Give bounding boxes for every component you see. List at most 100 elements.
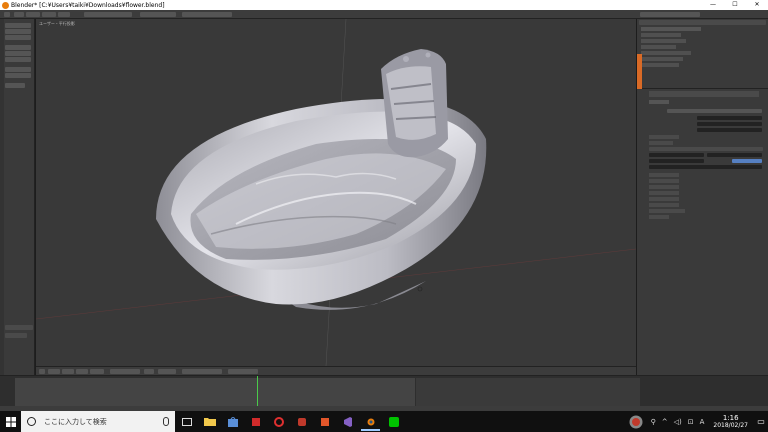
properties-panel [637, 89, 768, 375]
panel-collapsed[interactable] [649, 203, 679, 207]
outliner-item[interactable] [641, 57, 683, 61]
viewport-label: ユーザー・平行投影 [39, 21, 75, 26]
property-field[interactable] [649, 165, 762, 169]
taskbar-clock[interactable]: 1:16 2018/02/27 [713, 414, 748, 430]
maximize-button[interactable]: ☐ [724, 0, 746, 10]
property-field[interactable] [697, 122, 762, 126]
timeline [0, 375, 768, 412]
tool-button[interactable] [5, 73, 31, 78]
panel-collapsed[interactable] [649, 191, 679, 195]
panel-collapsed[interactable] [649, 185, 679, 189]
screen-layout-selector[interactable] [84, 12, 132, 17]
pivot-selector[interactable] [158, 369, 176, 374]
add-menu[interactable] [76, 369, 88, 374]
folder-icon[interactable] [200, 412, 219, 431]
windows-taskbar: ここに入力して検索 ⚲ ^ ◁) ⊡ A 1:16 2018/02/27 ▭ [0, 411, 768, 432]
ime-mode-indicator[interactable]: A [700, 418, 705, 426]
tool-button[interactable] [5, 57, 31, 62]
view-menu[interactable] [48, 369, 60, 374]
office-icon[interactable] [315, 412, 334, 431]
stats-display [640, 12, 700, 17]
outliner [637, 19, 768, 89]
search-placeholder: ここに入力して検索 [44, 417, 107, 426]
volume-icon[interactable]: ◁) [674, 418, 682, 426]
panel-collapsed[interactable] [649, 179, 679, 183]
tool-button[interactable] [5, 23, 31, 28]
clock-date: 2018/02/27 [713, 421, 748, 429]
window-menu[interactable] [42, 12, 56, 17]
tool-shelf-tabs[interactable] [0, 19, 4, 375]
property-row [649, 141, 673, 145]
store-icon[interactable] [223, 412, 242, 431]
scene-selector[interactable] [140, 12, 176, 17]
close-button[interactable]: ✕ [746, 0, 768, 10]
viewport-header [36, 366, 636, 375]
layer-buttons[interactable] [228, 369, 258, 374]
microphone-icon[interactable] [163, 417, 169, 426]
file-menu[interactable] [14, 12, 24, 17]
minimize-button[interactable]: — [702, 0, 724, 10]
visual-studio-icon[interactable] [338, 412, 357, 431]
property-field[interactable] [707, 153, 762, 157]
notification-center-icon[interactable]: ▭ [754, 411, 768, 432]
property-field[interactable] [697, 116, 762, 120]
panel-collapsed[interactable] [649, 209, 685, 213]
manipulator-buttons[interactable] [182, 369, 222, 374]
shading-selector[interactable] [144, 369, 154, 374]
windows-logo-icon [5, 416, 16, 427]
red-app-icon-3[interactable] [292, 412, 311, 431]
tool-button[interactable] [5, 83, 25, 88]
tray-expand-icon[interactable]: ^ [662, 418, 668, 426]
start-button[interactable] [0, 411, 21, 432]
current-frame-cursor[interactable] [257, 376, 258, 406]
timeline-area[interactable] [15, 378, 415, 406]
tool-shelf [0, 19, 35, 375]
tool-button[interactable] [5, 35, 31, 40]
tool-button[interactable] [5, 67, 31, 72]
property-field[interactable] [649, 159, 704, 163]
outliner-header[interactable] [639, 20, 766, 25]
user-avatar-icon[interactable] [627, 412, 646, 431]
outliner-item[interactable] [641, 39, 686, 43]
property-toggle-active[interactable] [732, 159, 762, 163]
panel-header[interactable] [649, 147, 763, 151]
property-field[interactable] [667, 109, 762, 113]
panel-collapsed[interactable] [649, 173, 679, 177]
editor-type-button[interactable] [39, 369, 45, 374]
3d-viewport[interactable]: ユーザー・平行投影 [36, 19, 636, 366]
blender-icon[interactable] [361, 412, 380, 431]
outliner-item[interactable] [641, 27, 701, 31]
property-field[interactable] [649, 153, 704, 157]
red-app-icon-2[interactable] [269, 412, 288, 431]
line-icon[interactable] [384, 412, 403, 431]
outliner-item[interactable] [641, 63, 679, 67]
render-engine-selector[interactable] [182, 12, 232, 17]
tool-button[interactable] [5, 51, 31, 56]
taskbar-search-box[interactable]: ここに入力して検索 [21, 411, 175, 432]
render-menu[interactable] [26, 12, 40, 17]
property-row [649, 100, 669, 104]
property-field[interactable] [697, 128, 762, 132]
property-row [649, 135, 679, 139]
operator-panel-field[interactable] [5, 333, 27, 338]
select-menu[interactable] [62, 369, 74, 374]
editor-type-button[interactable] [4, 12, 10, 17]
outliner-item[interactable] [641, 51, 691, 55]
outliner-item[interactable] [641, 33, 681, 37]
properties-tabs[interactable] [649, 91, 759, 97]
mode-selector[interactable] [110, 369, 140, 374]
tool-button[interactable] [5, 45, 31, 50]
outliner-item[interactable] [641, 45, 676, 49]
object-menu[interactable] [90, 369, 104, 374]
network-icon[interactable]: ⊡ [688, 418, 694, 426]
timeline-area-extended[interactable] [416, 378, 640, 406]
info-header [0, 10, 768, 19]
panel-collapsed[interactable] [649, 197, 679, 201]
red-app-icon[interactable] [246, 412, 265, 431]
help-menu[interactable] [58, 12, 70, 17]
people-icon[interactable]: ⚲ [651, 418, 656, 426]
task-view-icon[interactable] [177, 412, 196, 431]
operator-panel-header[interactable] [5, 325, 33, 330]
panel-collapsed[interactable] [649, 215, 669, 219]
tool-button[interactable] [5, 29, 31, 34]
